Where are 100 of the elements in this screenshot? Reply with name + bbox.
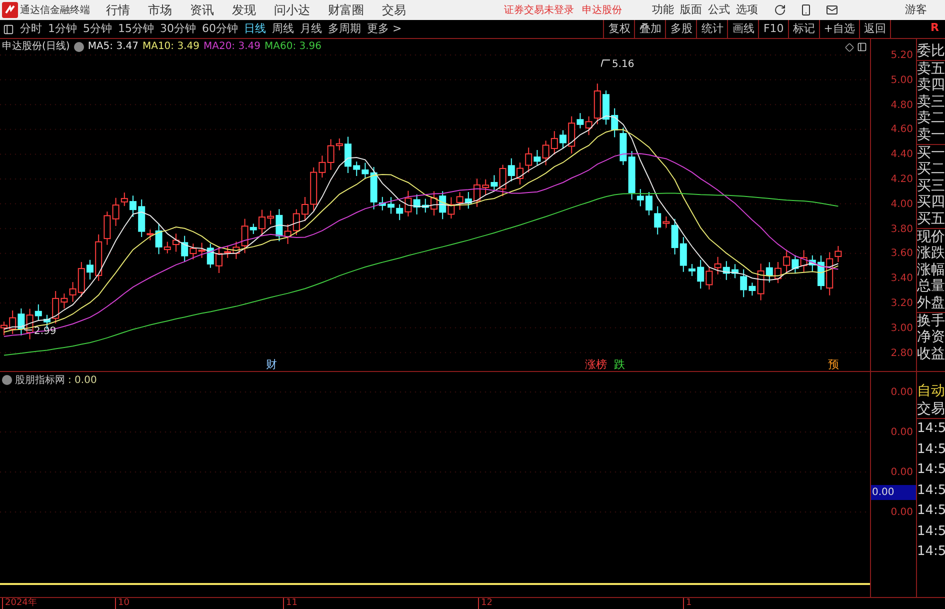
- toolbar-button[interactable]: 叠加: [634, 20, 666, 38]
- indicator-tick: 0.00: [890, 426, 913, 440]
- price-tick: 3.20: [890, 297, 913, 311]
- menu-item[interactable]: 财富圈: [328, 1, 364, 19]
- leader-line: [601, 59, 610, 67]
- dropdown-icon[interactable]: [2, 375, 12, 385]
- period-tab[interactable]: 多周期: [325, 20, 364, 38]
- price-tick: 4.80: [890, 98, 913, 113]
- menu-item[interactable]: 功能: [652, 2, 674, 18]
- trade-time: 14:5: [917, 522, 945, 540]
- ma-value: MA20: 3.49: [203, 40, 260, 54]
- period-tab[interactable]: 分时: [17, 20, 45, 38]
- panel-icon[interactable]: [857, 42, 867, 52]
- trade-time: 14:5: [917, 420, 945, 438]
- period-tab[interactable]: 日线: [241, 20, 269, 38]
- ma-value: MA5: 3.47: [88, 40, 138, 54]
- price-tick: 3.60: [890, 247, 913, 262]
- trade-time: 14:5: [917, 440, 945, 458]
- quote-label: 总量: [917, 278, 945, 295]
- indicator-tick: 0.00: [890, 506, 913, 520]
- quote-label: 收益: [917, 346, 945, 362]
- panel-icon[interactable]: [3, 24, 14, 34]
- quote-label: 卖四: [917, 77, 945, 94]
- indicator-name: 股朋指标网: [15, 374, 65, 388]
- user-name[interactable]: 游客: [905, 2, 927, 18]
- menu-item[interactable]: 选项: [736, 2, 758, 18]
- price-tick: 4.40: [890, 148, 913, 162]
- period-tab[interactable]: 更多 >: [364, 20, 405, 38]
- menu-item[interactable]: 问小达: [274, 1, 310, 19]
- quote-label: 卖五: [917, 60, 945, 78]
- trade-title: 交易: [917, 400, 945, 419]
- phone-icon[interactable]: [800, 4, 812, 16]
- price-tick: 5.20: [890, 49, 913, 63]
- price-tick: 3.80: [890, 222, 913, 237]
- quote-label: 买三: [917, 178, 945, 194]
- menu-item[interactable]: 市场: [148, 1, 172, 19]
- menu-item[interactable]: 行情: [106, 1, 130, 19]
- indicator-tick: 0.00: [890, 466, 913, 480]
- price-tick: 4.00: [890, 198, 913, 212]
- quote-label: 卖三: [917, 94, 945, 110]
- toolbar-button[interactable]: 统计: [696, 20, 728, 38]
- menu-item[interactable]: 资讯: [190, 1, 214, 19]
- quote-label: 外盘: [917, 294, 945, 312]
- quote-label: 现价: [917, 228, 945, 246]
- toolbar-button[interactable]: 画线: [727, 20, 758, 38]
- date-tick: 2024年: [2, 598, 37, 609]
- trade-mode[interactable]: 自动: [917, 382, 945, 400]
- quote-label: 换手: [917, 312, 945, 330]
- period-tab[interactable]: 5分钟: [80, 20, 115, 38]
- menu-item[interactable]: 公式: [708, 2, 730, 18]
- toolbar-button[interactable]: 返回: [859, 20, 890, 38]
- period-tab[interactable]: 30分钟: [157, 20, 199, 38]
- app-logo-icon: [2, 2, 18, 18]
- menu-item[interactable]: 发现: [232, 1, 256, 19]
- quote-label: 买五: [917, 210, 945, 228]
- ma-value: MA10: 3.49: [142, 40, 200, 54]
- current-value-tag: 0.00: [871, 485, 916, 500]
- quote-label: 涨跌: [917, 245, 945, 262]
- diamond-icon[interactable]: [845, 43, 854, 52]
- price-tick: 5.00: [890, 74, 913, 88]
- event-marker[interactable]: 涨榜: [585, 357, 607, 374]
- menu-item[interactable]: 交易: [382, 1, 406, 19]
- toolbar-button[interactable]: +自选: [818, 20, 859, 38]
- period-tab[interactable]: 15分钟: [115, 20, 157, 38]
- menu-item[interactable]: 版面: [680, 2, 702, 18]
- price-tick: 3.00: [890, 322, 913, 336]
- trade-time: 14:5: [917, 482, 945, 500]
- event-marker[interactable]: 预: [828, 357, 839, 374]
- dropdown-icon[interactable]: [74, 42, 84, 52]
- price-tick: 4.60: [890, 123, 913, 138]
- period-tab[interactable]: 月线: [297, 20, 325, 38]
- period-tab[interactable]: 60分钟: [199, 20, 241, 38]
- quote-label: 净资: [917, 329, 945, 346]
- stock-label: 申达股份(日线): [2, 40, 70, 54]
- toolbar-button[interactable]: F10: [758, 20, 788, 38]
- high-price-label: 5.16: [612, 58, 634, 72]
- refresh-icon[interactable]: [774, 4, 786, 16]
- trade-time: 14:5: [917, 543, 945, 561]
- trade-time: 14:5: [917, 502, 945, 520]
- corner-label: R: [890, 20, 945, 38]
- toolbar-button[interactable]: 复权: [603, 20, 634, 38]
- period-tab[interactable]: 1分钟: [45, 20, 80, 38]
- price-tick: 2.80: [890, 346, 913, 361]
- status-notice: 证券交易未登录: [504, 4, 574, 18]
- toolbar-button[interactable]: 多股: [665, 20, 696, 38]
- quote-label: 委比: [917, 43, 945, 60]
- leader-line: [22, 325, 32, 331]
- indicator-value: : 0.00: [68, 374, 97, 388]
- indicator-tick: 0.00: [890, 386, 913, 400]
- period-tab[interactable]: 周线: [269, 20, 297, 38]
- date-tick: 12: [478, 598, 492, 609]
- price-tick: 4.20: [890, 173, 913, 187]
- event-marker[interactable]: 财: [266, 357, 277, 374]
- trade-time: 14:5: [917, 461, 945, 479]
- mail-icon[interactable]: [826, 4, 838, 16]
- toolbar-button[interactable]: 标记: [788, 20, 819, 38]
- event-marker[interactable]: 跌: [614, 357, 625, 374]
- quote-label: 卖二: [917, 110, 945, 127]
- date-tick: 10: [115, 598, 130, 609]
- status-notice: 申达股份: [582, 4, 622, 18]
